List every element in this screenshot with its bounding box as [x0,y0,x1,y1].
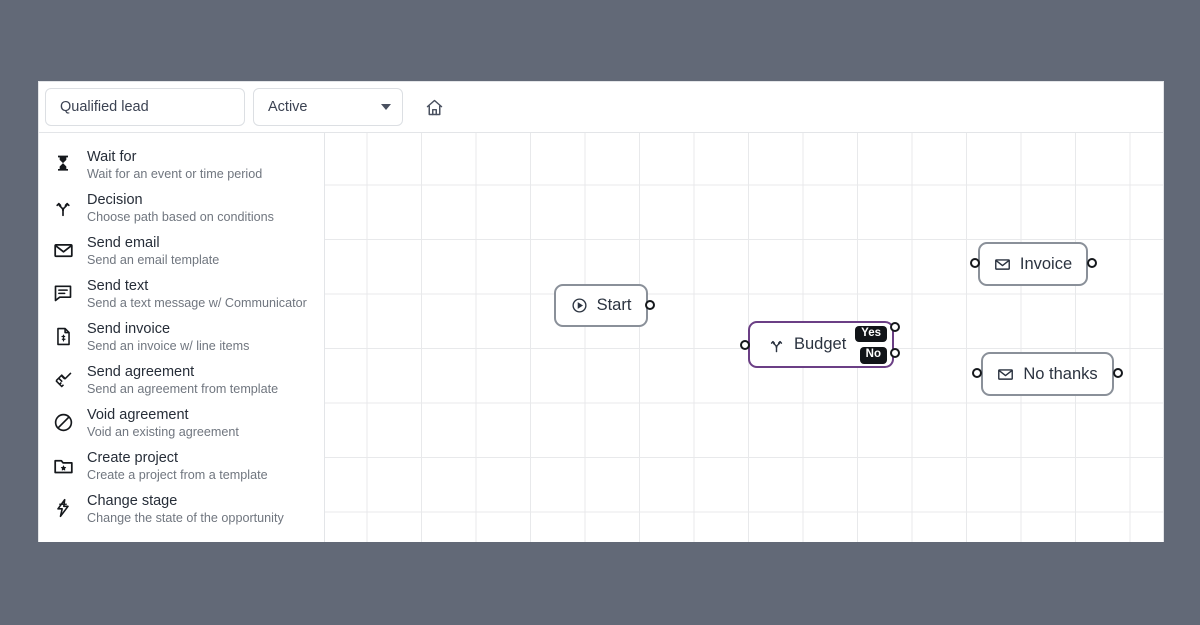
node-start[interactable]: Start [554,284,648,327]
branch-icon [51,195,75,219]
sidebar-item-desc: Void an existing agreement [87,425,239,440]
play-circle-icon [571,297,588,314]
sidebar-item-desc: Create a project from a template [87,468,268,483]
sidebar-item-title: Send email [87,235,160,251]
workflow-name-input[interactable]: Qualified lead [45,88,245,126]
sidebar-item-send-invoice[interactable]: Send invoice Send an invoice w/ line ite… [39,315,324,358]
node-no-thanks-label: No thanks [1023,364,1098,383]
sidebar-item-title: Change stage [87,493,178,509]
sidebar-item-send-email[interactable]: Send email Send an email template [39,229,324,272]
sidebar-item-desc: Send an invoice w/ line items [87,339,250,354]
sidebar-item-desc: Wait for an event or time period [87,167,263,182]
port-start-out[interactable] [645,300,655,310]
sidebar-item-wait-for[interactable]: Wait for Wait for an event or time perio… [39,143,324,186]
lightning-icon [51,496,75,520]
workflow-editor-window: Qualified lead Active Wait for Wait for … [38,81,1164,542]
node-invoice[interactable]: Invoice [978,242,1088,286]
port-no-thanks-in[interactable] [972,368,982,378]
handshake-icon [51,367,75,391]
sidebar-item-send-text[interactable]: Send text Send a text message w/ Communi… [39,272,324,315]
badge-yes[interactable]: Yes [855,325,887,342]
port-budget-in[interactable] [740,340,750,350]
branch-badges: Yes No [855,325,887,364]
badge-no[interactable]: No [859,347,887,364]
port-budget-yes[interactable] [890,322,900,332]
status-select-value: Active [268,99,308,115]
node-budget-label: Budget [794,335,847,353]
port-no-thanks-out[interactable] [1113,368,1123,378]
void-circle-icon [51,410,75,434]
workflow-canvas[interactable]: Start Budget Yes No Invoice No thanks [325,133,1163,542]
branch-icon [768,336,785,353]
folder-star-icon [51,453,75,477]
sidebar-item-desc: Send a text message w/ Communicator [87,296,307,311]
chevron-down-icon [381,104,391,110]
envelope-icon [997,366,1014,383]
sidebar-item-title: Void agreement [87,407,189,423]
node-budget[interactable]: Budget Yes No [748,321,894,368]
sidebar-item-desc: Choose path based on conditions [87,210,274,225]
home-button[interactable] [417,90,451,124]
sidebar-item-title: Wait for [87,149,137,165]
invoice-doc-icon [51,324,75,348]
action-palette-sidebar: Wait for Wait for an event or time perio… [39,133,325,542]
sidebar-item-title: Send agreement [87,364,195,380]
sidebar-item-desc: Send an email template [87,253,220,268]
sidebar-item-desc: Change the state of the opportunity [87,511,284,526]
sidebar-item-change-stage[interactable]: Change stage Change the state of the opp… [39,487,324,530]
message-icon [51,281,75,305]
status-select[interactable]: Active [253,88,403,126]
sidebar-item-title: Decision [87,192,143,208]
envelope-icon [51,238,75,262]
sidebar-item-desc: Send an agreement from template [87,382,279,397]
sidebar-item-create-project[interactable]: Create project Create a project from a t… [39,444,324,487]
node-no-thanks[interactable]: No thanks [981,352,1114,396]
port-invoice-out[interactable] [1087,258,1097,268]
toolbar: Qualified lead Active [39,82,1163,133]
hourglass-icon [51,152,75,176]
port-budget-no[interactable] [890,348,900,358]
sidebar-item-decision[interactable]: Decision Choose path based on conditions [39,186,324,229]
node-start-label: Start [596,296,632,314]
sidebar-item-title: Create project [87,450,179,466]
sidebar-item-title: Send text [87,278,149,294]
envelope-icon [994,256,1011,273]
port-invoice-in[interactable] [970,258,980,268]
sidebar-item-void-agreement[interactable]: Void agreement Void an existing agreemen… [39,401,324,444]
sidebar-item-title: Send invoice [87,321,171,337]
node-invoice-label: Invoice [1019,254,1073,273]
sidebar-item-send-agreement[interactable]: Send agreement Send an agreement from te… [39,358,324,401]
home-icon [426,99,442,115]
edge-layer [325,133,625,283]
